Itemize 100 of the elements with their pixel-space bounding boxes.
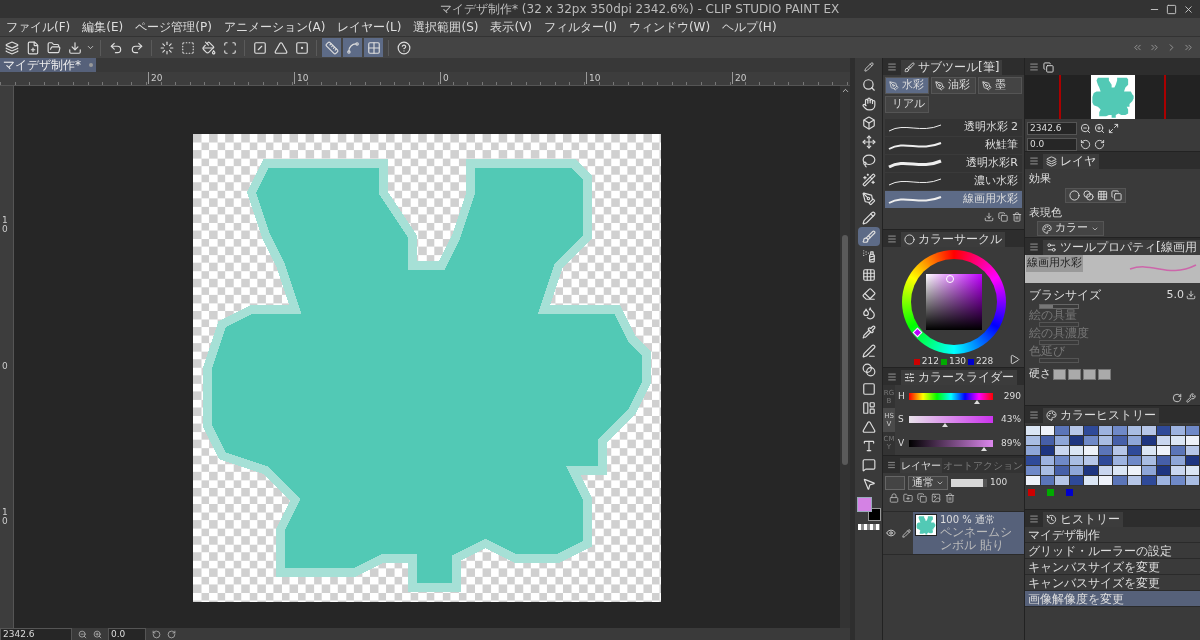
rotate-left-icon[interactable]: [1080, 139, 1091, 150]
menu-item[interactable]: 選択範囲(S): [413, 18, 479, 36]
layer-row[interactable]: 100 % 通常 ペンネームシンボル 貼り: [913, 512, 1024, 554]
copy-icon[interactable]: [998, 212, 1008, 222]
panel-tab[interactable]: カラーサークル: [901, 232, 1005, 247]
trash-icon[interactable]: [945, 493, 955, 503]
history-item[interactable]: キャンバスサイズを変更: [1025, 559, 1200, 575]
slider-track[interactable]: [909, 416, 993, 424]
slider-track[interactable]: [909, 393, 993, 401]
menu-item[interactable]: 編集(E): [82, 18, 124, 36]
menu-item[interactable]: ページ管理(P): [135, 18, 212, 36]
menu-icon[interactable]: [887, 62, 897, 72]
color-history-swatches[interactable]: [1025, 425, 1200, 486]
subtool-group-tab[interactable]: 墨: [977, 77, 1022, 94]
color-mode-dropdown[interactable]: カラー: [1037, 221, 1104, 236]
rotate-right-icon[interactable]: [167, 629, 176, 639]
hardness-swatch[interactable]: [1053, 368, 1066, 380]
hue-handle[interactable]: [912, 327, 922, 338]
toolbar-button[interactable]: [199, 38, 218, 57]
vertical-scrollbar[interactable]: [840, 86, 850, 628]
eye-icon[interactable]: [886, 528, 896, 538]
menu-icon[interactable]: [1029, 410, 1039, 420]
slider-thumb[interactable]: [980, 446, 987, 451]
copy-icon[interactable]: [917, 493, 927, 503]
copy-icon[interactable]: [1111, 189, 1122, 201]
brush-list-item[interactable]: 秋鮭筆: [885, 137, 1022, 154]
history-item[interactable]: キャンバスサイズを変更: [1025, 575, 1200, 591]
pencil-icon[interactable]: [863, 61, 874, 72]
menu-icon[interactable]: [887, 234, 897, 244]
zoom-field[interactable]: 2342.6: [1027, 122, 1077, 135]
document-tab[interactable]: マイデザ制作*: [0, 58, 96, 72]
zoom-out-icon[interactable]: [78, 629, 87, 639]
menu-icon[interactable]: [1029, 242, 1039, 252]
panel-tab[interactable]: カラースライダー: [901, 370, 1017, 385]
navigator-tab-icon[interactable]: [1043, 62, 1054, 73]
panel-tab[interactable]: レイヤー: [900, 458, 942, 473]
menu-icon[interactable]: [887, 460, 896, 470]
toolbar-button[interactable]: [364, 38, 383, 57]
play-icon[interactable]: [1009, 353, 1020, 365]
circle-icon[interactable]: [1069, 189, 1080, 201]
brush-list-item[interactable]: 透明水彩R: [885, 155, 1022, 172]
brush-list-item[interactable]: 濃い水彩: [885, 173, 1022, 190]
panel-tab[interactable]: ツールプロパティ[線画用: [1043, 240, 1200, 255]
menu-item[interactable]: ファイル(F): [6, 18, 71, 36]
menu-item[interactable]: ウィンドウ(W): [628, 18, 711, 36]
grid-icon[interactable]: [1097, 189, 1108, 201]
trash-icon[interactable]: [1012, 212, 1022, 222]
menu-icon[interactable]: [1029, 514, 1039, 524]
tool-button[interactable]: [857, 227, 880, 246]
brush-list-item[interactable]: 線画用水彩: [885, 191, 1022, 208]
empty-field[interactable]: [1039, 322, 1079, 327]
lock-icon[interactable]: [889, 493, 899, 503]
slider-thumb[interactable]: [942, 423, 949, 428]
menu-icon[interactable]: [1029, 62, 1039, 72]
angle-field[interactable]: 0.0: [1027, 138, 1077, 151]
fit-icon[interactable]: [1108, 123, 1119, 134]
new-folder-icon[interactable]: [903, 493, 913, 503]
saturation-value-square[interactable]: [925, 274, 982, 330]
rotate-right-icon[interactable]: [1094, 139, 1105, 150]
history-item[interactable]: グリッド・ルーラーの設定: [1025, 543, 1200, 559]
toolbar-button[interactable]: [343, 38, 362, 57]
reset-icon[interactable]: [1172, 393, 1182, 403]
scroll-up-icon[interactable]: [840, 86, 850, 95]
panel-tab[interactable]: カラーヒストリー: [1043, 408, 1159, 423]
panel-tab[interactable]: ヒストリー: [1043, 512, 1123, 527]
panel-tab[interactable]: サブツール[筆]: [901, 60, 1003, 75]
collapse-icon[interactable]: [1132, 42, 1143, 53]
main-color-swatch[interactable]: [856, 497, 872, 512]
blend-mode-dropdown[interactable]: 通常: [908, 476, 948, 490]
blend-icon[interactable]: [1083, 189, 1094, 201]
zoom-out-icon[interactable]: [1080, 123, 1091, 134]
menu-item[interactable]: ヘルプ(H): [722, 18, 777, 36]
transparent-color-swatch[interactable]: [857, 524, 880, 530]
slider-thumb[interactable]: [973, 400, 980, 405]
wrench-icon[interactable]: [1186, 393, 1196, 403]
menu-icon[interactable]: [887, 372, 897, 382]
brush-size-slider[interactable]: [1039, 304, 1079, 309]
scroll-thumb[interactable]: [842, 235, 848, 465]
menu-item[interactable]: 表示(V): [490, 18, 533, 36]
rotate-left-icon[interactable]: [152, 629, 161, 639]
menu-item[interactable]: フィルター(I): [544, 18, 617, 36]
close-icon[interactable]: [1183, 3, 1194, 15]
caret-icon[interactable]: [86, 43, 95, 52]
subtool-group-tab[interactable]: 水彩: [885, 77, 930, 94]
download-icon[interactable]: [1186, 290, 1196, 300]
toolbar-button[interactable]: [322, 38, 341, 57]
history-item[interactable]: 画像解像度を変更: [1025, 591, 1200, 607]
subtool-group-tab[interactable]: 油彩: [931, 77, 976, 94]
download-icon[interactable]: [984, 212, 994, 222]
history-item[interactable]: マイデザ制作: [1025, 527, 1200, 543]
hardness-swatch[interactable]: [1068, 368, 1081, 380]
image-icon[interactable]: [931, 493, 941, 503]
menu-item[interactable]: アニメーション(A): [223, 18, 326, 36]
maximize-icon[interactable]: [1166, 3, 1177, 15]
zoom-in-icon[interactable]: [93, 629, 102, 639]
menu-icon[interactable]: [1029, 156, 1039, 166]
hardness-swatch[interactable]: [1098, 368, 1111, 380]
brush-list-item[interactable]: 透明水彩 2: [885, 119, 1022, 136]
panel-tab[interactable]: レイヤ: [1043, 154, 1099, 169]
empty-field[interactable]: [1039, 358, 1079, 363]
